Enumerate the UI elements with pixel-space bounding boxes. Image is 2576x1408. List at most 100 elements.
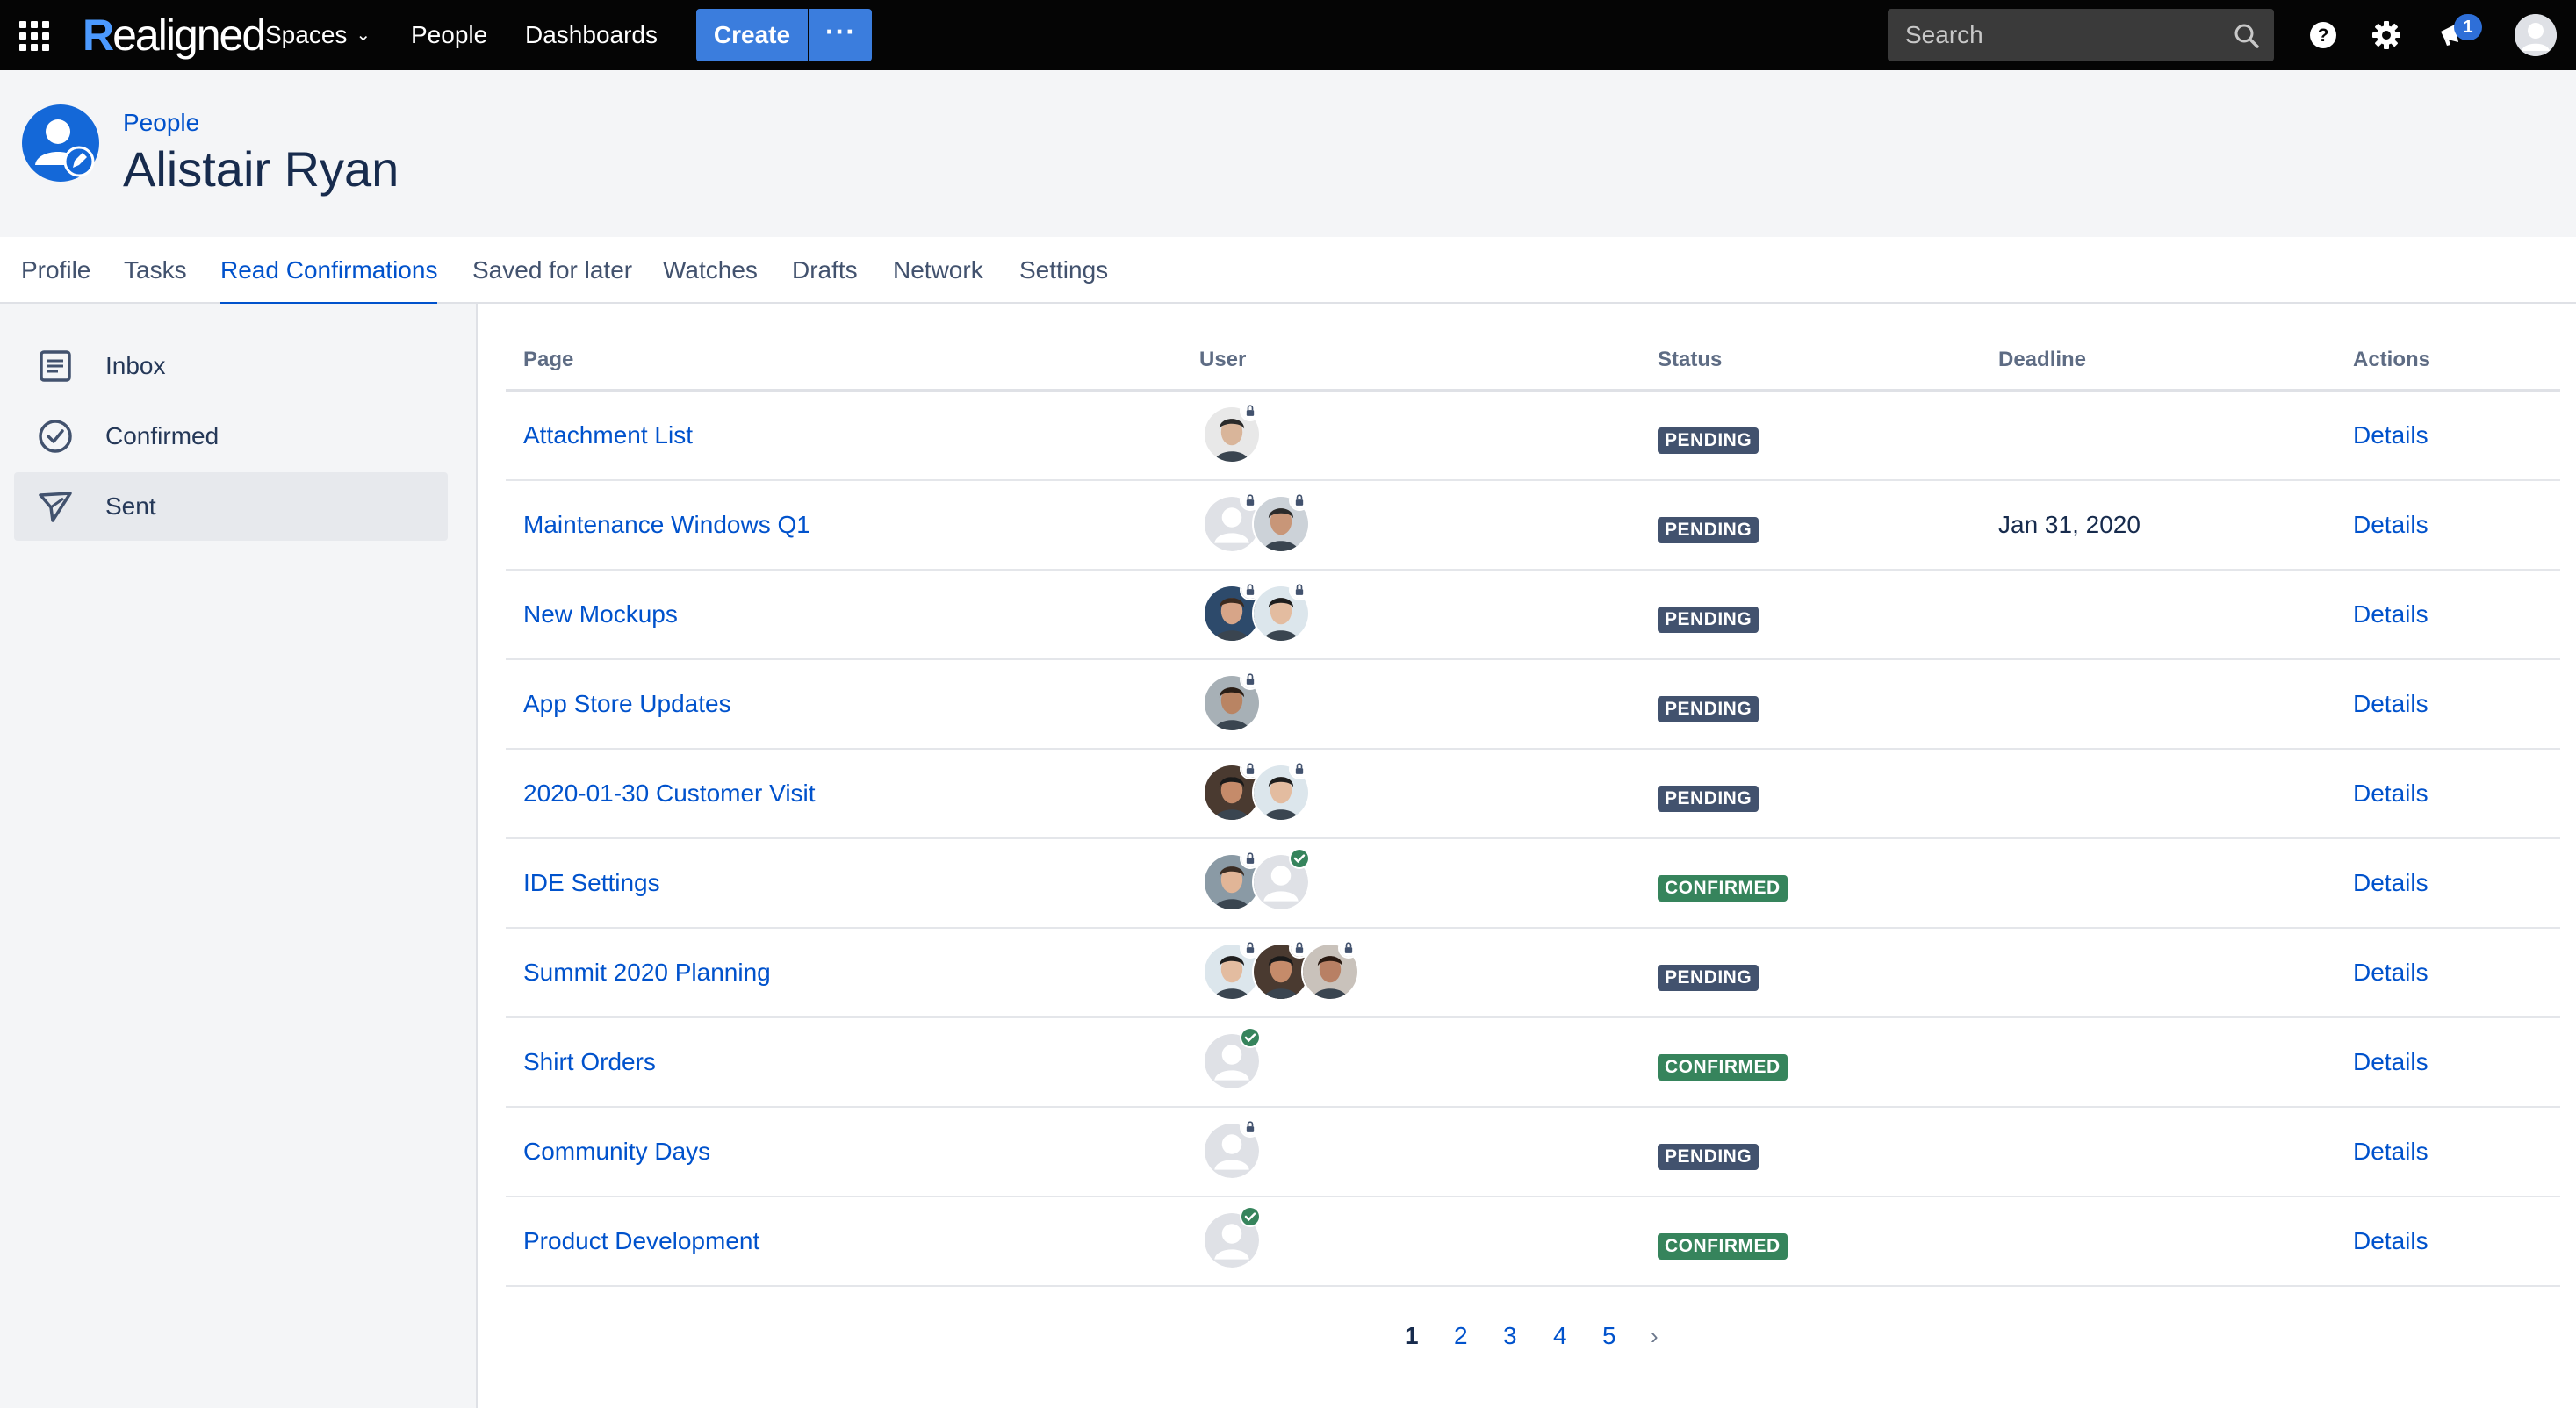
details-link[interactable]: Details	[2353, 481, 2428, 569]
app-logo[interactable]: Realigned	[83, 7, 266, 63]
check-circle-icon	[39, 420, 72, 453]
lock-badge-icon	[1240, 400, 1261, 421]
search-input[interactable]	[1888, 9, 2274, 61]
nav-spaces-label: Spaces	[265, 21, 348, 48]
breadcrumb[interactable]: People	[123, 109, 199, 137]
column-header-actions: Actions	[2353, 348, 2431, 371]
tab-tasks[interactable]: Tasks	[124, 237, 187, 304]
svg-text:?: ?	[2318, 25, 2329, 46]
create-button[interactable]: Create	[696, 9, 808, 61]
page-link[interactable]: Summit 2020 Planning	[523, 929, 771, 1016]
status-badge: PENDING	[1658, 1144, 1759, 1170]
column-header-user[interactable]: User	[1199, 320, 1246, 400]
table-body: Attachment List PENDING Details Maintenance…	[506, 392, 2560, 1287]
status-cell: CONFIRMED	[1658, 1231, 1788, 1260]
status-cell: PENDING	[1658, 783, 1759, 812]
user-profile-icon	[22, 104, 99, 182]
page-link[interactable]: Shirt Orders	[523, 1018, 656, 1106]
status-badge: PENDING	[1658, 427, 1759, 454]
column-header-status[interactable]: Status	[1658, 320, 1722, 400]
status-badge: CONFIRMED	[1658, 875, 1788, 902]
send-icon	[39, 492, 72, 522]
sidebar-item-label: Sent	[105, 492, 156, 520]
top-navigation-bar: Realigned Spaces ⌄ People Dashboards Crea…	[0, 0, 2576, 70]
page-link[interactable]: New Mockups	[523, 571, 678, 658]
tab-watches[interactable]: Watches	[663, 237, 758, 304]
column-header-page[interactable]: Page	[523, 320, 573, 400]
deadline-cell: Jan 31, 2020	[1998, 511, 2141, 538]
nav-people[interactable]: People	[411, 0, 487, 70]
tab-profile[interactable]: Profile	[21, 237, 90, 304]
table-row: Summit 2020 Planning PENDING Details	[506, 929, 2560, 1018]
page-number-5[interactable]: 5	[1602, 1317, 1616, 1355]
nav-spaces[interactable]: Spaces ⌄	[265, 0, 371, 70]
help-icon[interactable]: ?	[2306, 18, 2341, 53]
check-badge-icon	[1240, 1027, 1261, 1048]
nav-dashboards[interactable]: Dashboards	[525, 0, 658, 70]
status-cell: CONFIRMED	[1658, 1052, 1788, 1081]
tab-network[interactable]: Network	[893, 237, 983, 304]
page-link[interactable]: Maintenance Windows Q1	[523, 481, 810, 569]
table-row: Product Development CONFIRMED Details	[506, 1197, 2560, 1287]
app-switcher-icon[interactable]	[19, 21, 49, 51]
chevron-right-icon[interactable]: ›	[1651, 1317, 1659, 1355]
page-number-3[interactable]: 3	[1503, 1317, 1517, 1355]
page-link[interactable]: App Store Updates	[523, 660, 731, 748]
status-badge: PENDING	[1658, 696, 1759, 722]
sidebar-item-sent[interactable]: Sent	[14, 472, 448, 541]
check-badge-icon	[1289, 848, 1310, 869]
user-avatar[interactable]	[2515, 14, 2557, 56]
tab-saved-for-later[interactable]: Saved for later	[472, 237, 632, 304]
table-row: New Mockups PENDING Details	[506, 571, 2560, 660]
read-confirmations-table: Page User Status Deadline Actions Attach…	[506, 320, 2560, 1287]
page-link[interactable]: Community Days	[523, 1108, 710, 1196]
tab-read-confirmations[interactable]: Read Confirmations	[220, 237, 438, 305]
create-more-button[interactable]: ···	[809, 9, 872, 61]
details-link[interactable]: Details	[2353, 1197, 2428, 1285]
page-link[interactable]: IDE Settings	[523, 839, 660, 927]
lock-badge-icon	[1289, 490, 1310, 511]
gear-icon[interactable]	[2369, 18, 2404, 53]
lock-badge-icon	[1289, 579, 1310, 600]
chevron-down-icon: ⌄	[356, 25, 371, 45]
page-number-1[interactable]: 1	[1405, 1317, 1419, 1355]
table-row: App Store Updates PENDING Details	[506, 660, 2560, 750]
status-badge: CONFIRMED	[1658, 1233, 1788, 1260]
table-row: Attachment List PENDING Details	[506, 392, 2560, 481]
sidebar-item-confirmed[interactable]: Confirmed	[14, 402, 448, 471]
page-number-2[interactable]: 2	[1454, 1317, 1468, 1355]
details-link[interactable]: Details	[2353, 750, 2428, 837]
sidebar-item-label: Inbox	[105, 352, 166, 379]
sidebar-item-label: Confirmed	[105, 422, 219, 449]
page-link[interactable]: 2020-01-30 Customer Visit	[523, 750, 816, 837]
details-link[interactable]: Details	[2353, 1108, 2428, 1196]
status-cell: PENDING	[1658, 604, 1759, 633]
table-row: IDE Settings CONFIRMED Details	[506, 839, 2560, 929]
page-link[interactable]: Attachment List	[523, 392, 693, 479]
lock-badge-icon	[1240, 1117, 1261, 1138]
status-cell: CONFIRMED	[1658, 873, 1788, 902]
details-link[interactable]: Details	[2353, 392, 2428, 479]
page-title: Alistair Ryan	[123, 141, 399, 197]
details-link[interactable]: Details	[2353, 1018, 2428, 1106]
page-number-4[interactable]: 4	[1553, 1317, 1567, 1355]
page-link[interactable]: Product Development	[523, 1197, 759, 1285]
column-header-deadline[interactable]: Deadline	[1998, 320, 2086, 400]
sidebar-item-inbox[interactable]: Inbox	[14, 332, 448, 400]
table-row: 2020-01-30 Customer Visit PENDING Details	[506, 750, 2560, 839]
lock-badge-icon	[1289, 758, 1310, 779]
lock-badge-icon	[1240, 669, 1261, 690]
table-row: Community Days PENDING Details	[506, 1108, 2560, 1197]
table-header: Page User Status Deadline Actions	[506, 320, 2560, 392]
details-link[interactable]: Details	[2353, 929, 2428, 1016]
tab-settings[interactable]: Settings	[1019, 237, 1108, 304]
status-badge: PENDING	[1658, 786, 1759, 812]
profile-tabs: Profile Tasks Read Confirmations Saved f…	[0, 237, 2576, 305]
lock-badge-icon	[1338, 937, 1359, 959]
details-link[interactable]: Details	[2353, 571, 2428, 658]
details-link[interactable]: Details	[2353, 660, 2428, 748]
tab-drafts[interactable]: Drafts	[792, 237, 858, 304]
status-badge: PENDING	[1658, 965, 1759, 991]
details-link[interactable]: Details	[2353, 839, 2428, 927]
search-icon[interactable]	[2234, 23, 2260, 49]
